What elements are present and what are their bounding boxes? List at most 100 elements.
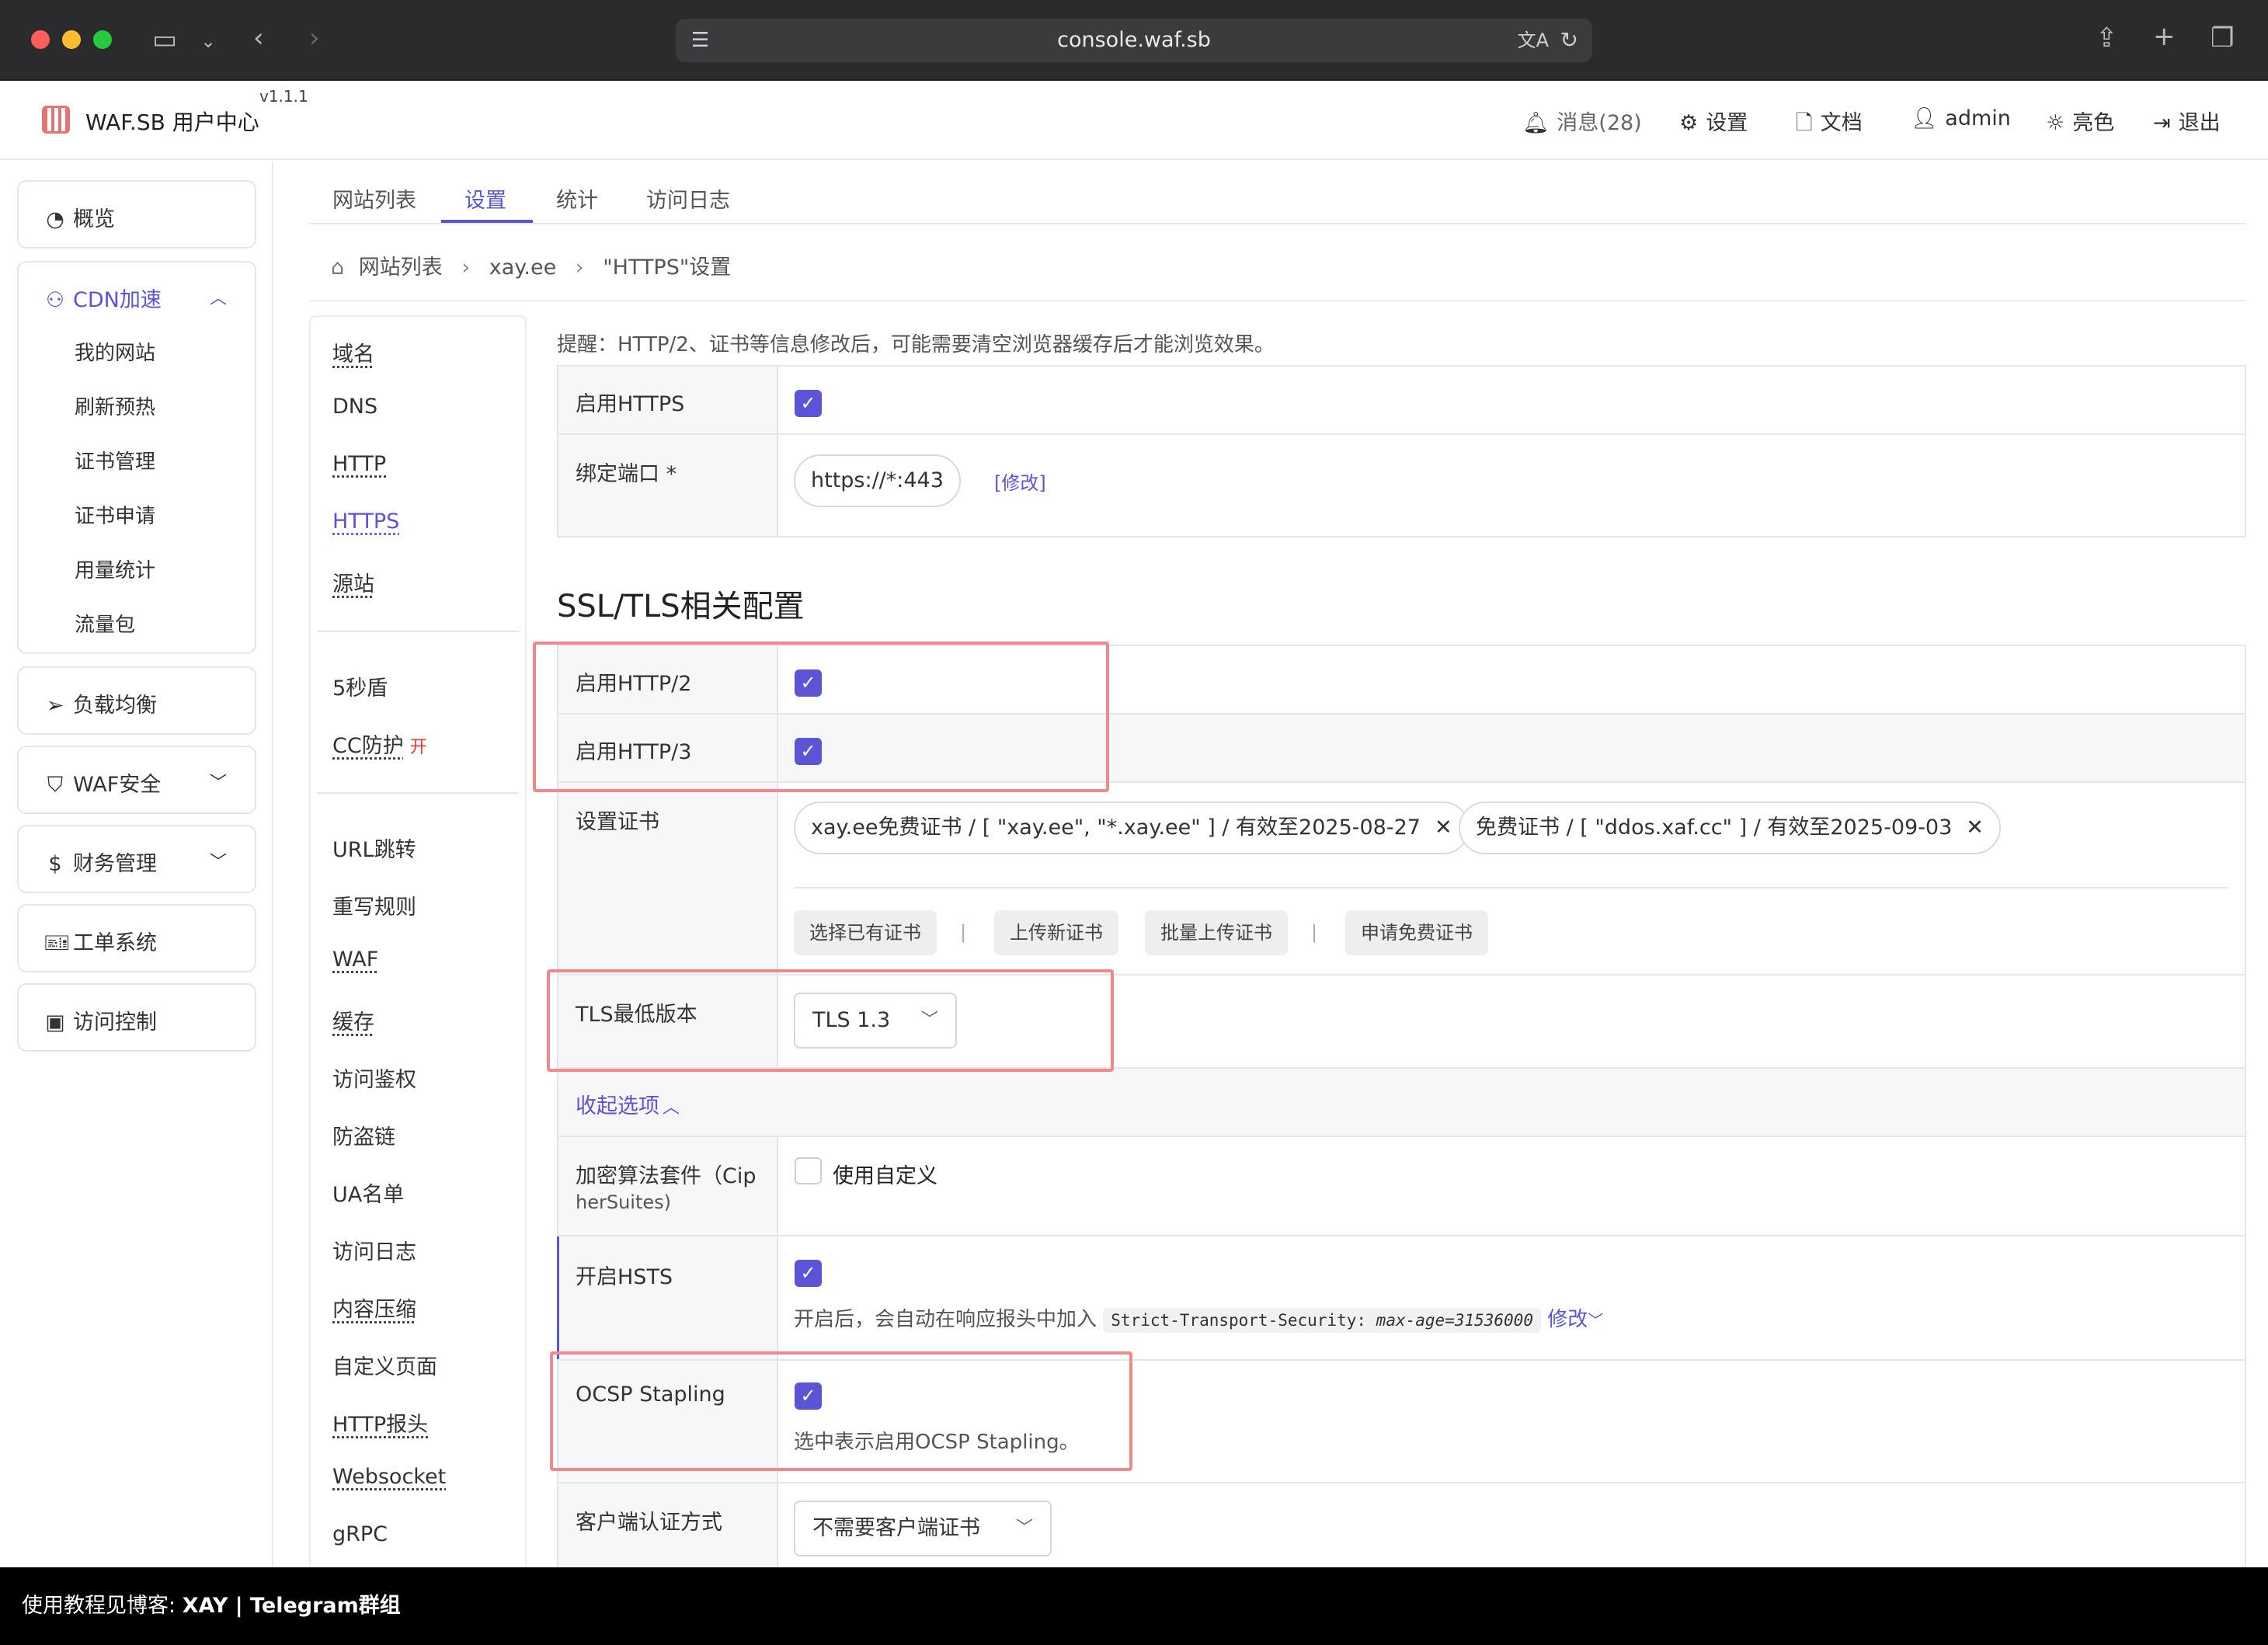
tab-site-list[interactable]: 网站列表 [332,183,416,214]
tab-settings[interactable]: 设置 [464,183,506,214]
access-row: ▣ 访问控制 [43,1005,157,1035]
theme-label: 亮色 [2072,111,2115,135]
hsts-edit-link[interactable]: 修改﹀ [1547,1308,1603,1331]
sidebar-toggle-icon[interactable]: ▭ [152,26,177,53]
row-divider [557,433,2246,435]
subnav-url-redirect[interactable]: URL跳转 [332,833,416,863]
sidebar-item-ticket[interactable]: 🎫︎ 工单系统 [17,904,256,972]
subnav-https[interactable]: HTTPS [332,509,399,534]
subnav-custom-page[interactable]: 自定义页面 [332,1350,437,1380]
cert-tag-1-text: xay.ee免费证书 / [ "xay.ee", "*.xay.ee" ] / … [811,816,1421,840]
collapse-options-link[interactable]: 收起选项 ︿ [576,1089,680,1119]
finance-label: 财务管理 [73,852,157,876]
close-icon[interactable]: ✕ [1435,816,1452,840]
subnav-http[interactable]: HTTP [332,452,386,476]
tab-overview-icon[interactable]: ❐ [2211,25,2234,51]
docs-link[interactable]: 🗋 文档 [1796,106,1863,144]
messages-link[interactable]: 🔔︎ 消息(28) [1522,106,1642,136]
sidebar-item-waf[interactable]: ⛉ WAF安全 ﹀ [17,746,256,814]
enable-https-checkbox[interactable]: ✓ [795,390,822,417]
subnav-5s-shield[interactable]: 5秒盾 [332,671,388,701]
logout-label: 退出 [2178,111,2221,135]
subnav-auth[interactable]: 访问鉴权 [332,1062,416,1093]
subnav-http-headers[interactable]: HTTP报头 [332,1407,428,1438]
close-window-button[interactable] [31,30,50,49]
client-auth-select[interactable]: 不需要客户端证书 ﹀ [794,1501,1052,1556]
user-icon: 👤︎ [1911,106,1938,130]
sidebar-item-refresh[interactable]: 刷新预热 [75,391,155,420]
subnav-divider [317,792,519,794]
document-icon: 🗋 [1796,111,1813,135]
sidebar-item-cert-apply[interactable]: 证书申请 [75,500,155,529]
back-icon[interactable]: ‹ [253,25,264,51]
hsts-checkbox[interactable]: ✓ [795,1260,822,1287]
forward-icon[interactable]: › [309,25,320,51]
cdn-label: CDN加速 [73,288,162,312]
cipher-label-line2: herSuites) [576,1191,671,1213]
cert-tag-2: 免费证书 / [ "ddos.xaf.cc" ] / 有效至2025-09-03… [1459,802,2001,854]
chevron-up-icon[interactable]: ︿ [210,284,227,309]
sun-icon: ☼ [2046,111,2065,135]
batch-upload-cert-button[interactable]: 批量上传证书 [1145,910,1288,955]
upload-cert-button[interactable]: 上传新证书 [994,910,1118,955]
sidebar-item-usage[interactable]: 用量统计 [75,555,155,583]
zoom-window-button[interactable] [93,30,112,49]
subnav-ua-list[interactable]: UA名单 [332,1177,404,1208]
logout-link[interactable]: ⇥ 退出 [2153,106,2221,136]
hsts-header-code: Strict-Transport-Security: max-age=31536… [1103,1308,1541,1333]
sidebar-item-finance[interactable]: $ 财务管理 ﹀ [17,825,256,893]
access-label: 访问控制 [73,1010,157,1035]
sidebar-item-traffic-pack[interactable]: 流量包 [75,609,135,638]
port-edit-link[interactable]: [修改] [994,468,1046,495]
subnav-hotlink[interactable]: 防盗链 [332,1120,395,1150]
address-bar[interactable]: ☰ console.waf.sb 文A ↻ [676,19,1592,62]
ticket-label: 工单系统 [73,931,157,955]
sidebar-item-cert-manage[interactable]: 证书管理 [75,446,155,475]
reload-icon[interactable]: ↻ [1560,19,1578,62]
notice-text: 提醒：HTTP/2、证书等信息修改后，可能需要清空浏览器缓存后才能浏览效果。 [557,333,1275,356]
apply-free-cert-button[interactable]: 申请免费证书 [1345,910,1488,955]
sidebar-divider [272,162,273,1567]
sidebar-item-cdn[interactable]: ⚇ CDN加速 [43,283,162,313]
sidebar-item-overview[interactable]: ◔ 概览 [17,180,256,249]
finance-row: $ 财务管理 [43,847,157,877]
button-separator: | [1311,921,1318,943]
new-tab-icon[interactable]: + [2153,23,2176,50]
sidebar-item-load-balance[interactable]: ➢ 负载均衡 [17,666,256,735]
minimize-window-button[interactable] [62,30,81,49]
page-icon: ☰ [691,29,710,52]
load-balance-row: ➢ 负载均衡 [43,688,157,718]
chevron-right-icon: › [575,256,584,280]
subnav-compress[interactable]: 内容压缩 [332,1292,416,1323]
breadcrumb-divider [309,300,2246,301]
subnav-dns[interactable]: DNS [332,395,377,419]
subnav-websocket[interactable]: Websocket [332,1465,446,1489]
tab-stats[interactable]: 统计 [556,183,598,214]
breadcrumb-domain[interactable]: xay.ee [489,256,556,280]
subnav-waf[interactable]: WAF [332,948,378,972]
select-cert-button[interactable]: 选择已有证书 [794,910,937,955]
close-icon[interactable]: ✕ [1966,816,1984,840]
subnav-rewrite[interactable]: 重写规则 [332,890,416,920]
share-icon[interactable]: ⇪ [2096,25,2118,51]
column-divider [777,367,778,536]
translate-icon[interactable]: 文A [1518,19,1549,62]
cipher-custom-checkbox[interactable]: ✓ [795,1157,822,1184]
tab-access-log[interactable]: 访问日志 [646,183,730,214]
subnav-cc[interactable]: CC防护开 [332,729,427,759]
sidebar-item-access-control[interactable]: ▣ 访问控制 [17,983,256,1052]
app-header: WAF.SB 用户中心 v1.1.1 🔔︎ 消息(28) ⚙ 设置 🗋 文档 👤︎ ad… [0,82,2268,160]
user-menu[interactable]: 👤︎ admin [1911,106,2011,130]
settings-link[interactable]: ⚙ 设置 [1679,106,1748,136]
subnav-cache[interactable]: 缓存 [332,1005,374,1035]
subnav-domain[interactable]: 域名 [332,337,374,367]
subnav-grpc[interactable]: gRPC [332,1522,388,1546]
theme-toggle[interactable]: ☼ 亮色 [2046,106,2114,136]
chevron-down-icon[interactable]: ⌄ [200,28,216,54]
telegram-link[interactable]: Telegram群组 [250,1594,401,1618]
sidebar-item-my-sites[interactable]: 我的网站 [75,337,155,366]
breadcrumb-site-list[interactable]: 网站列表 [359,256,443,280]
subnav-access-log[interactable]: 访问日志 [332,1235,416,1265]
subnav-origin[interactable]: 源站 [332,567,374,597]
blog-link[interactable]: XAY [183,1594,228,1618]
